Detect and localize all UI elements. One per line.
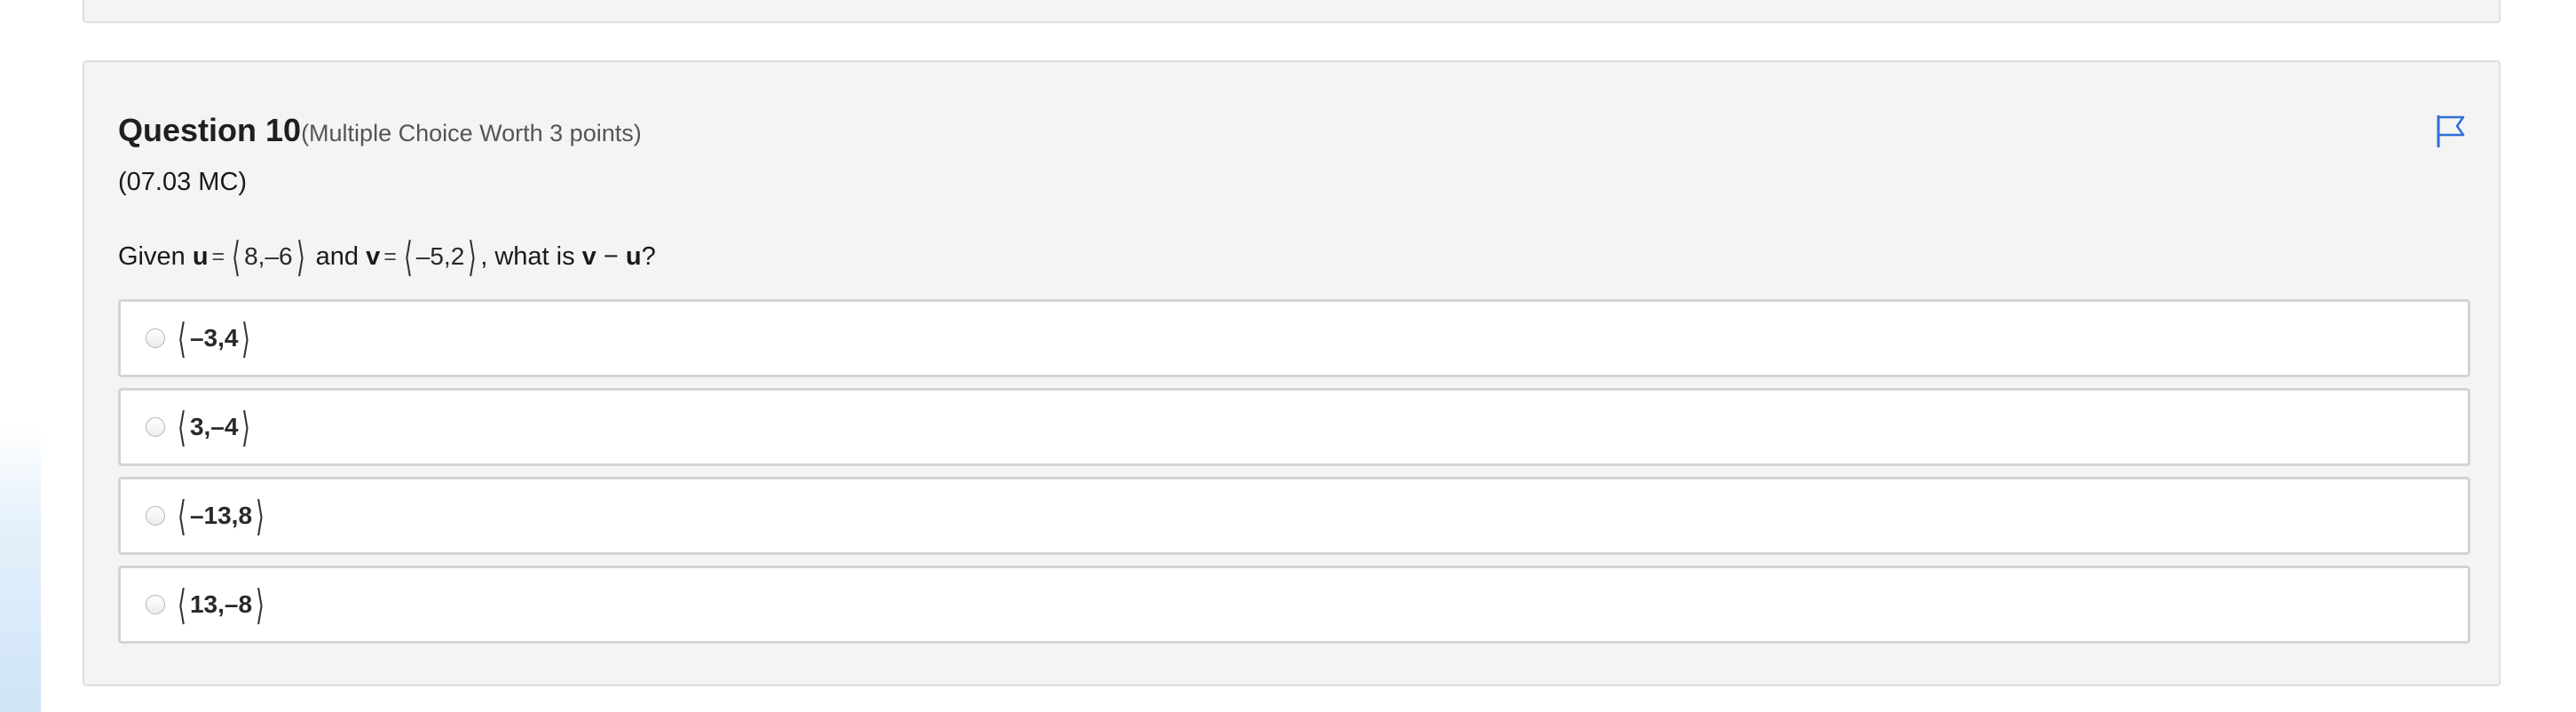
answer-choice-1[interactable]: ⟨ –3,4 ⟩ <box>118 299 2470 377</box>
radio-button[interactable] <box>146 417 165 437</box>
question-card: Question 10 (Multiple Choice Worth 3 poi… <box>83 60 2501 686</box>
stem-prefix: Given <box>118 241 193 271</box>
u-vector-value: 8,–6 <box>244 242 293 270</box>
expr-u: u <box>625 241 642 271</box>
open-bracket: ⟨ <box>403 233 413 280</box>
v-vector-value: –5,2 <box>415 242 465 270</box>
question-header: Question 10 (Multiple Choice Worth 3 poi… <box>118 112 642 149</box>
answer-choice-2[interactable]: ⟨ 3,–4 ⟩ <box>118 388 2470 466</box>
stem-u-variable: u <box>192 241 209 271</box>
left-page-gradient <box>0 426 41 712</box>
open-bracket: ⟨ <box>178 404 186 450</box>
stem-suffix: ? <box>641 241 656 271</box>
stem-equals: = <box>211 243 225 269</box>
expr-minus: − <box>596 241 626 271</box>
expr-v: v <box>581 241 597 271</box>
stem-equals-2: = <box>383 243 397 269</box>
stem-mid-text: , what is <box>480 241 582 271</box>
choice-vector: ⟨ 3,–4 ⟩ <box>174 407 254 447</box>
choice-value: 13,–8 <box>189 590 253 618</box>
close-bracket: ⟩ <box>241 404 251 450</box>
choice-value: –13,8 <box>189 502 253 529</box>
flag-question-button[interactable] <box>2433 112 2469 151</box>
close-bracket: ⟩ <box>468 233 478 280</box>
question-meta: (Multiple Choice Worth 3 points) <box>301 120 642 146</box>
choice-value: 3,–4 <box>189 413 239 440</box>
open-bracket: ⟨ <box>178 315 186 361</box>
radio-button[interactable] <box>146 506 165 526</box>
choice-value: –3,4 <box>189 324 239 352</box>
close-bracket: ⟩ <box>241 315 251 361</box>
stem-v-variable: v <box>366 241 381 271</box>
answer-choices: ⟨ –3,4 ⟩ ⟨ 3,–4 ⟩ ⟨ –13,8 ⟩ ⟨ 13,–8 ⟩ <box>118 299 2470 654</box>
answer-choice-3[interactable]: ⟨ –13,8 ⟩ <box>118 477 2470 555</box>
choice-vector: ⟨ –3,4 ⟩ <box>174 318 254 359</box>
choice-vector: ⟨ –13,8 ⟩ <box>174 495 268 536</box>
stem-v-vector: ⟨ –5,2 ⟩ <box>400 236 480 277</box>
open-bracket: ⟨ <box>178 581 186 628</box>
question-title: Question 10 <box>118 112 302 148</box>
stem-u-vector: ⟨ 8,–6 ⟩ <box>228 236 308 277</box>
radio-button[interactable] <box>146 328 165 348</box>
question-code: (07.03 MC) <box>118 168 248 196</box>
open-bracket: ⟨ <box>232 233 241 280</box>
choice-vector: ⟨ 13,–8 ⟩ <box>174 584 268 625</box>
flag-icon <box>2437 115 2465 147</box>
radio-button[interactable] <box>146 595 165 614</box>
close-bracket: ⟩ <box>256 581 265 628</box>
question-stem: Given u = ⟨ 8,–6 ⟩ and v = ⟨ –5,2 ⟩ , wh… <box>118 236 656 277</box>
open-bracket: ⟨ <box>178 493 186 539</box>
stem-and: and <box>308 241 367 271</box>
previous-question-card <box>83 0 2501 23</box>
answer-choice-4[interactable]: ⟨ 13,–8 ⟩ <box>118 566 2470 644</box>
close-bracket: ⟩ <box>296 233 305 280</box>
close-bracket: ⟩ <box>256 493 265 539</box>
